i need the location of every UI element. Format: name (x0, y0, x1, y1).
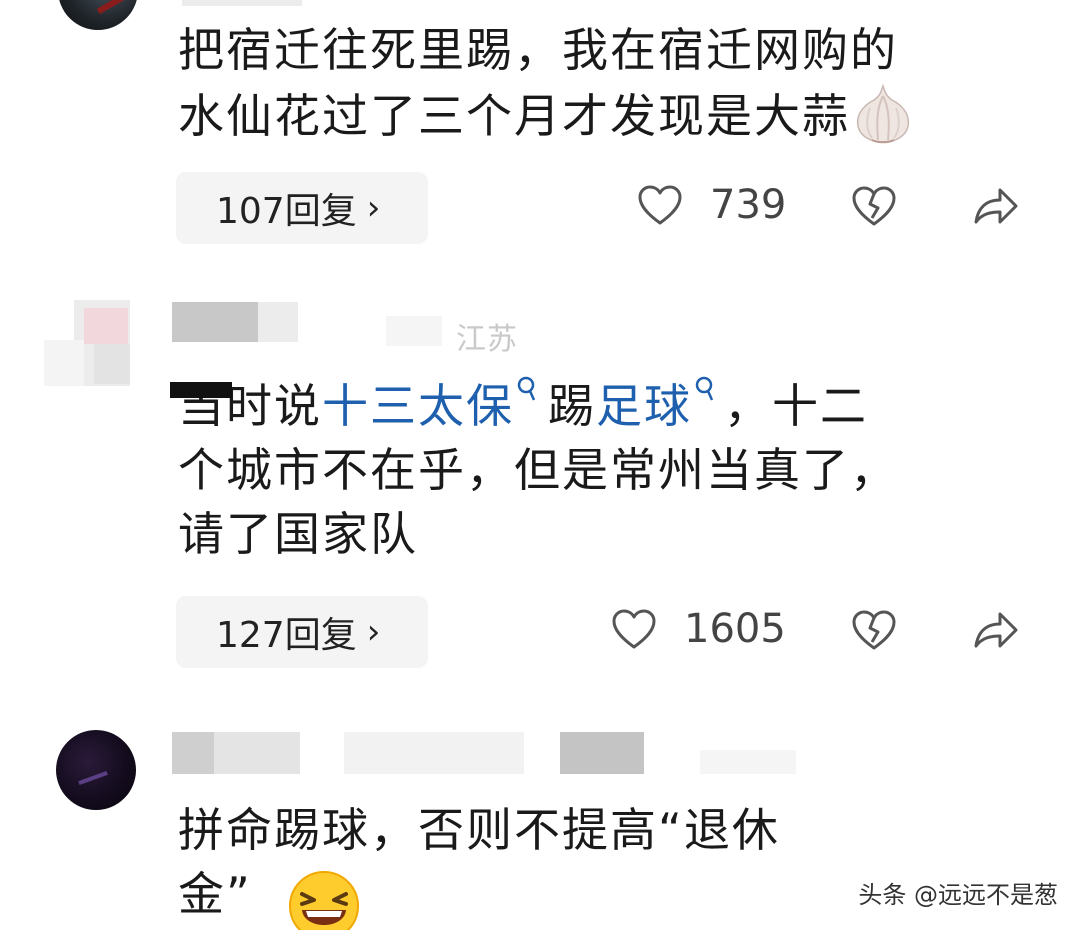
keyword-link[interactable]: 十三太保 (322, 376, 538, 433)
username-blur (172, 302, 258, 342)
comment-1: 把宿迁往死里踢，我在宿迁网购的 水仙花过了三个月才发现是大蒜 107回复 › 7… (0, 0, 1080, 260)
replies-button[interactable]: 107回复 › (176, 172, 428, 244)
comment-line: 把宿迁往死里踢，我在宿迁网购的 (178, 23, 898, 77)
like-button[interactable]: 739 (636, 182, 786, 228)
like-count: 739 (710, 182, 787, 228)
location-blur (700, 750, 796, 774)
chevron-right-icon: › (366, 188, 381, 228)
replies-count: 127回复 (216, 615, 357, 656)
badge-blur (560, 732, 644, 774)
keyword-link[interactable]: 足球 (596, 376, 716, 433)
like-count: 1605 (684, 606, 786, 652)
username-blur (344, 732, 524, 774)
chevron-right-icon: › (366, 612, 381, 652)
share-arrow-icon[interactable] (970, 184, 1020, 228)
watermark: 头条 @远远不是葱 (858, 881, 1058, 909)
broken-heart-icon[interactable] (850, 608, 898, 652)
search-icon (695, 376, 714, 401)
comment-line: 水仙花过了三个月才发现是大蒜 (178, 82, 1018, 148)
username-blur (172, 732, 214, 774)
heart-outline-icon (612, 609, 656, 649)
avatar[interactable] (44, 300, 130, 386)
like-button[interactable]: 1605 (610, 606, 786, 652)
comment-line: 请了国家队 (178, 507, 418, 561)
share-arrow-icon[interactable] (970, 608, 1020, 652)
comment-2: 江苏 当时说十三太保 踢足球 ，十二 个城市不在乎，但是常州当真了， 请了国家队 1… (0, 290, 1080, 690)
search-icon (517, 376, 536, 401)
comment-line: 个城市不在乎，但是常州当真了， (178, 443, 898, 497)
comment-text: 当时说十三太保 踢足球 ，十二 个城市不在乎，但是常州当真了， 请了国家队 (170, 374, 1018, 566)
broken-heart-icon[interactable] (850, 184, 898, 228)
comment-text: 把宿迁往死里踢，我在宿迁网购的 水仙花过了三个月才发现是大蒜 (178, 18, 1018, 148)
laughing-emoji (289, 871, 359, 930)
comment-line: 拼命踢球，否则不提高“退休 (178, 803, 780, 857)
avatar[interactable] (56, 730, 136, 810)
garlic-emoji (856, 83, 910, 144)
username-blur (258, 302, 298, 342)
avatar[interactable] (58, 0, 138, 30)
badge-blur (386, 316, 442, 346)
comment-line: 当时说十三太保 踢足球 ，十二 (170, 374, 1018, 438)
username-blur (214, 732, 300, 774)
replies-button[interactable]: 127回复 › (176, 596, 428, 668)
username-blur (182, 0, 302, 6)
heart-outline-icon (638, 185, 682, 225)
replies-count: 107回复 (216, 191, 357, 232)
location-label: 江苏 (456, 322, 518, 357)
redaction-bar (170, 382, 232, 398)
